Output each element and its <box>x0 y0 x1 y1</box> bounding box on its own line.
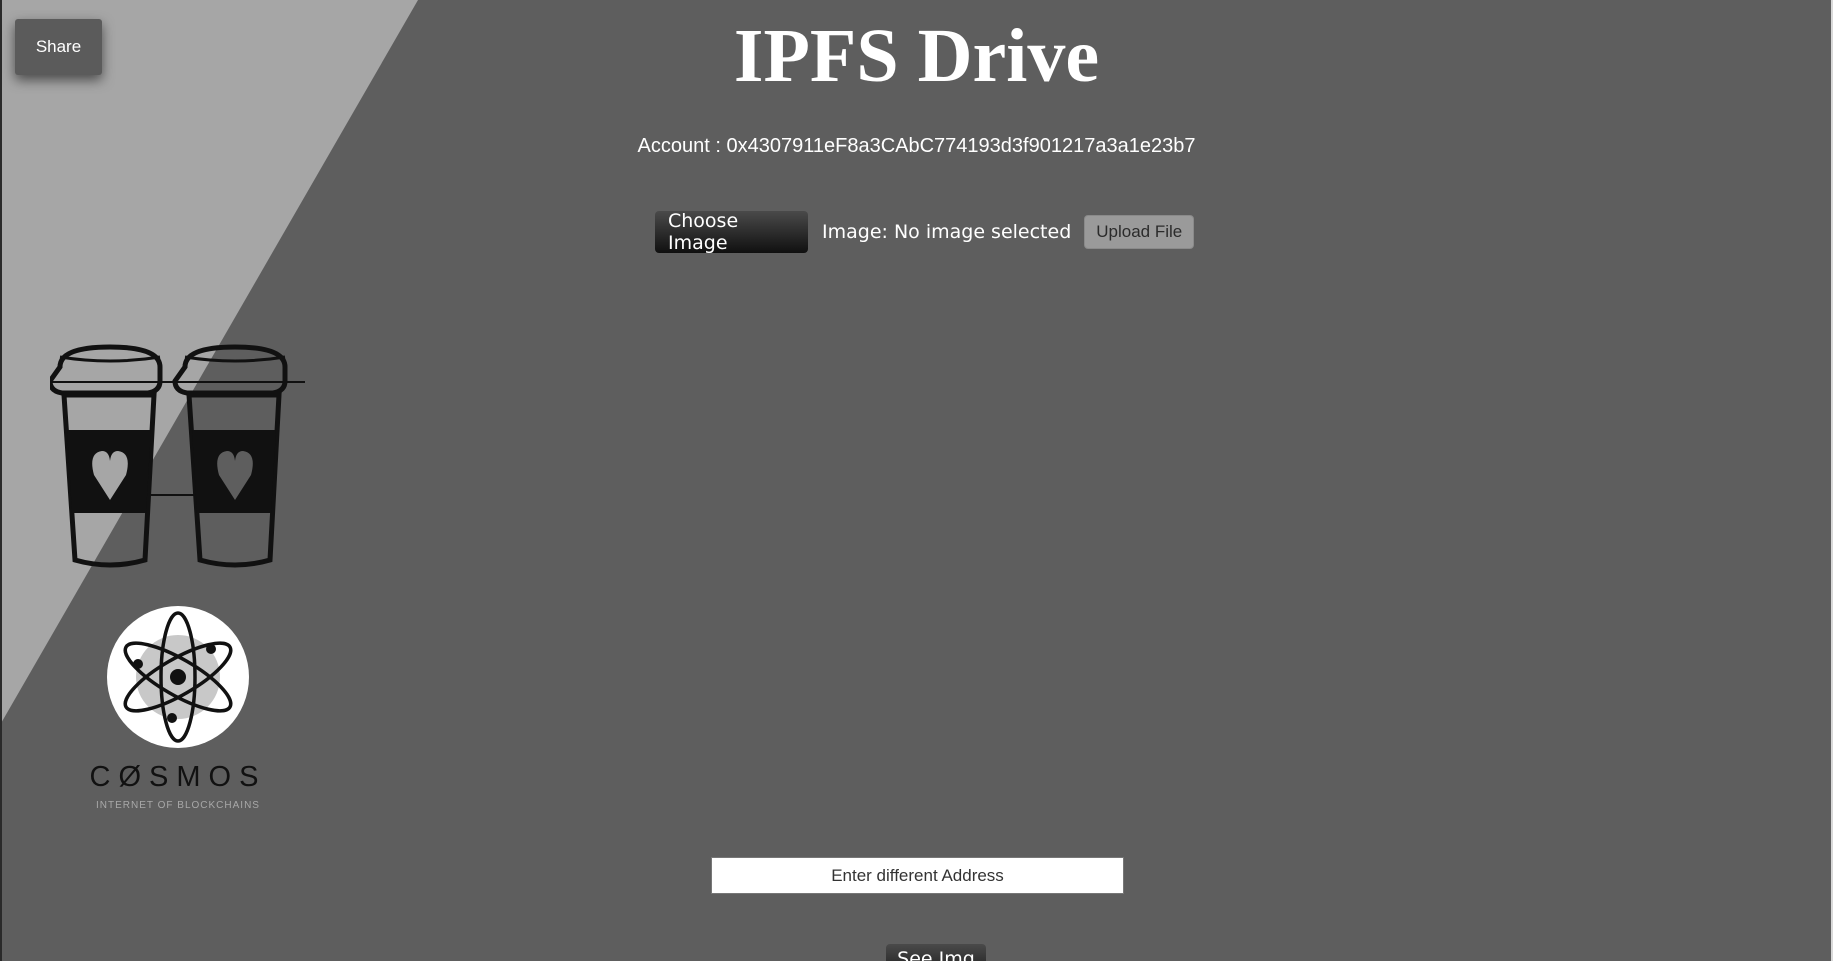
account-info: Account : 0x4307911eF8a3CAbC774193d3f901… <box>0 134 1833 158</box>
coffee-cups-icon <box>50 344 305 568</box>
upload-file-button[interactable]: Upload File <box>1084 215 1195 249</box>
cosmos-tagline: INTERNET OF BLOCKCHAINS <box>96 800 260 811</box>
cosmos-wordmark: CØSMOS <box>89 761 267 793</box>
image-status-value: No image selected <box>893 221 1072 243</box>
upload-form: Choose Image Image: No image selected Up… <box>655 210 1195 254</box>
choose-image-button[interactable]: Choose Image <box>655 210 808 254</box>
page: Share IPFS Drive Account : 0x4307911eF8a… <box>0 0 1833 961</box>
image-status-prefix: Image: <box>822 221 888 243</box>
account-address: 0x4307911eF8a3CAbC774193d3f901217a3a1e23… <box>726 135 1196 157</box>
address-input[interactable] <box>711 857 1124 894</box>
image-status: Image: No image selected <box>822 221 1071 243</box>
account-label: Account : <box>637 135 721 157</box>
see-image-button[interactable]: See Img <box>886 944 986 961</box>
page-title: IPFS Drive <box>733 14 1100 98</box>
cosmos-atom-icon <box>107 606 249 748</box>
